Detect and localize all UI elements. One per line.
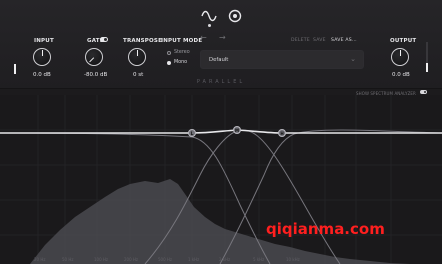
chevron-down-icon: ⌄	[350, 55, 356, 63]
output-level-meter[interactable]	[426, 42, 428, 72]
preset-dropdown[interactable]: Default ⌄	[200, 50, 364, 69]
stereo-option-label: Stereo	[174, 50, 190, 55]
freq-label-500hz: 500 Hz	[158, 257, 173, 262]
arrow-left-icon[interactable]: ←	[200, 33, 207, 42]
transpose-label: TRANSPOSE	[123, 38, 163, 44]
header-icons	[198, 6, 248, 27]
freq-label-20hz: 20 Hz	[34, 257, 46, 262]
gate-toggle[interactable]	[100, 37, 108, 42]
watermark: qiqianma.com	[266, 220, 385, 238]
input-label: INPUT	[34, 38, 54, 44]
freq-label-200hz: 200 Hz	[124, 257, 139, 262]
freq-label-1khz: 1 kHz	[188, 257, 200, 262]
gate-knob[interactable]	[85, 48, 103, 66]
band-node-m[interactable]: M	[233, 126, 241, 134]
gate-value: -80.0 dB	[84, 72, 108, 78]
stereo-radio[interactable]	[167, 51, 171, 55]
freq-label-50hz: 50 Hz	[62, 257, 74, 262]
output-label: OUTPUT	[390, 38, 417, 44]
freq-label-2khz: 2 kHz	[219, 257, 231, 262]
preset-name: Default	[209, 57, 229, 63]
mono-radio[interactable]	[167, 61, 171, 65]
input-mode-label: INPUT MODE	[161, 38, 203, 44]
transpose-value: 0 st	[133, 72, 144, 78]
freq-label-100hz: 100 Hz	[94, 257, 109, 262]
mono-option-label: Mono	[174, 60, 188, 65]
delete-button[interactable]: DELETE	[291, 38, 310, 43]
parallel-mode-label: PARALLEL	[196, 79, 246, 85]
input-value: 0.0 dB	[33, 72, 51, 78]
band-node-l[interactable]: L	[188, 129, 196, 137]
output-value: 0.0 dB	[392, 72, 410, 78]
target-icon[interactable]	[226, 7, 244, 25]
spectrum-analyzer-toggle[interactable]	[420, 90, 427, 94]
freq-label-5khz: 5 kHz	[253, 257, 265, 262]
eq-graph-svg	[0, 95, 442, 264]
band-h-label: H	[280, 130, 284, 136]
input-level-meter	[14, 64, 16, 74]
transpose-knob[interactable]	[128, 48, 146, 66]
band-m-label: M	[235, 127, 239, 133]
freq-label-10khz: 10 kHz	[286, 257, 300, 262]
controls-panel: INPUT 0.0 dB GATE -80.0 dB TRANSPOSE 0 s…	[0, 0, 442, 89]
active-dot-icon	[208, 24, 211, 27]
save-button[interactable]: SAVE	[313, 38, 326, 43]
save-as-button[interactable]: SAVE AS...	[331, 38, 357, 43]
output-knob[interactable]	[391, 48, 409, 66]
band-node-h[interactable]: H	[278, 129, 286, 137]
input-knob[interactable]	[33, 48, 51, 66]
band-l-label: L	[190, 130, 194, 136]
sine-wave-icon[interactable]	[200, 7, 218, 25]
arrow-right-icon[interactable]: →	[219, 33, 226, 42]
eq-graph[interactable]: L M H 20 Hz 50 Hz 100 Hz 200 Hz 500 Hz 1…	[0, 95, 442, 264]
